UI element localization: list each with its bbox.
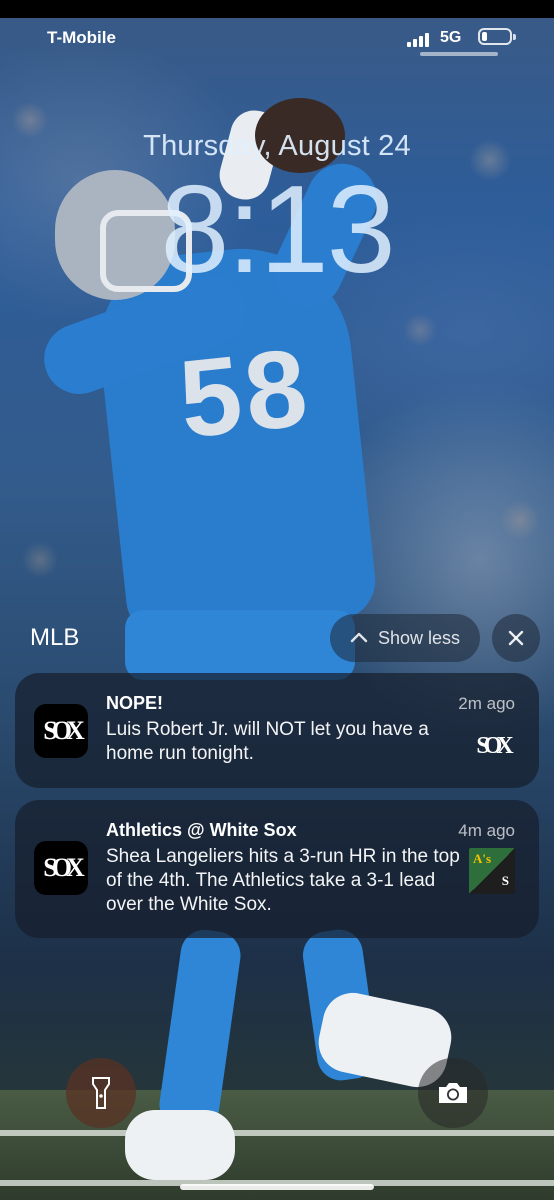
chevron-up-icon — [350, 632, 368, 643]
matchup-logo-thumbnail: A's S — [469, 848, 515, 894]
camera-icon — [439, 1083, 467, 1103]
lock-screen-date: Thursday, August 24 — [143, 130, 411, 162]
sox-logo-text: SOX — [43, 716, 85, 745]
notification-title: Athletics @ White Sox — [106, 820, 297, 840]
camera-button[interactable] — [418, 1058, 488, 1128]
show-less-button[interactable]: Show less — [330, 614, 480, 662]
sox-logo-text: SOX — [476, 733, 513, 759]
white-sox-app-icon: SOX — [34, 704, 88, 758]
notification-card[interactable]: SOX NOPE! 2m ago Luis Robert Jr. will NO… — [15, 673, 539, 788]
status-bar: T-Mobile 5G — [0, 0, 554, 47]
notification-time: 4m ago — [458, 821, 515, 840]
flashlight-icon — [92, 1077, 110, 1109]
status-indicator — [420, 52, 498, 56]
battery-icon — [478, 28, 516, 45]
clear-notifications-button[interactable] — [492, 614, 540, 662]
carrier-name: T-Mobile — [47, 28, 116, 47]
network-type: 5G — [440, 29, 462, 46]
white-sox-app-icon: SOX — [34, 841, 88, 895]
show-less-label: Show less — [377, 627, 461, 648]
home-indicator[interactable] — [180, 1184, 374, 1190]
notification-title: NOPE! — [106, 693, 164, 713]
jersey-number: 58 — [173, 325, 317, 462]
player-pants — [125, 610, 355, 680]
notification-body: Shea Langeliers hits a 3-run HR in the t… — [106, 846, 460, 915]
notification-card[interactable]: SOX Athletics @ White Sox 4m ago Shea La… — [15, 800, 539, 938]
notification-body: Luis Robert Jr. will NOT let you have a … — [106, 719, 429, 764]
flashlight-button[interactable] — [66, 1058, 136, 1128]
notification-time: 2m ago — [458, 694, 515, 713]
player-cleat — [125, 1110, 235, 1180]
close-icon — [508, 630, 524, 646]
cellular-signal-icon — [407, 33, 429, 47]
sox-logo-text: SOX — [43, 853, 85, 882]
notification-group-title: MLB — [30, 624, 80, 651]
battery-level — [482, 32, 487, 41]
sox-logo-text: S — [501, 873, 509, 888]
lock-screen-time: 8:13 — [160, 161, 395, 299]
white-sox-logo-thumbnail: SOX — [469, 726, 515, 766]
athletics-logo-text: A's — [473, 851, 492, 866]
